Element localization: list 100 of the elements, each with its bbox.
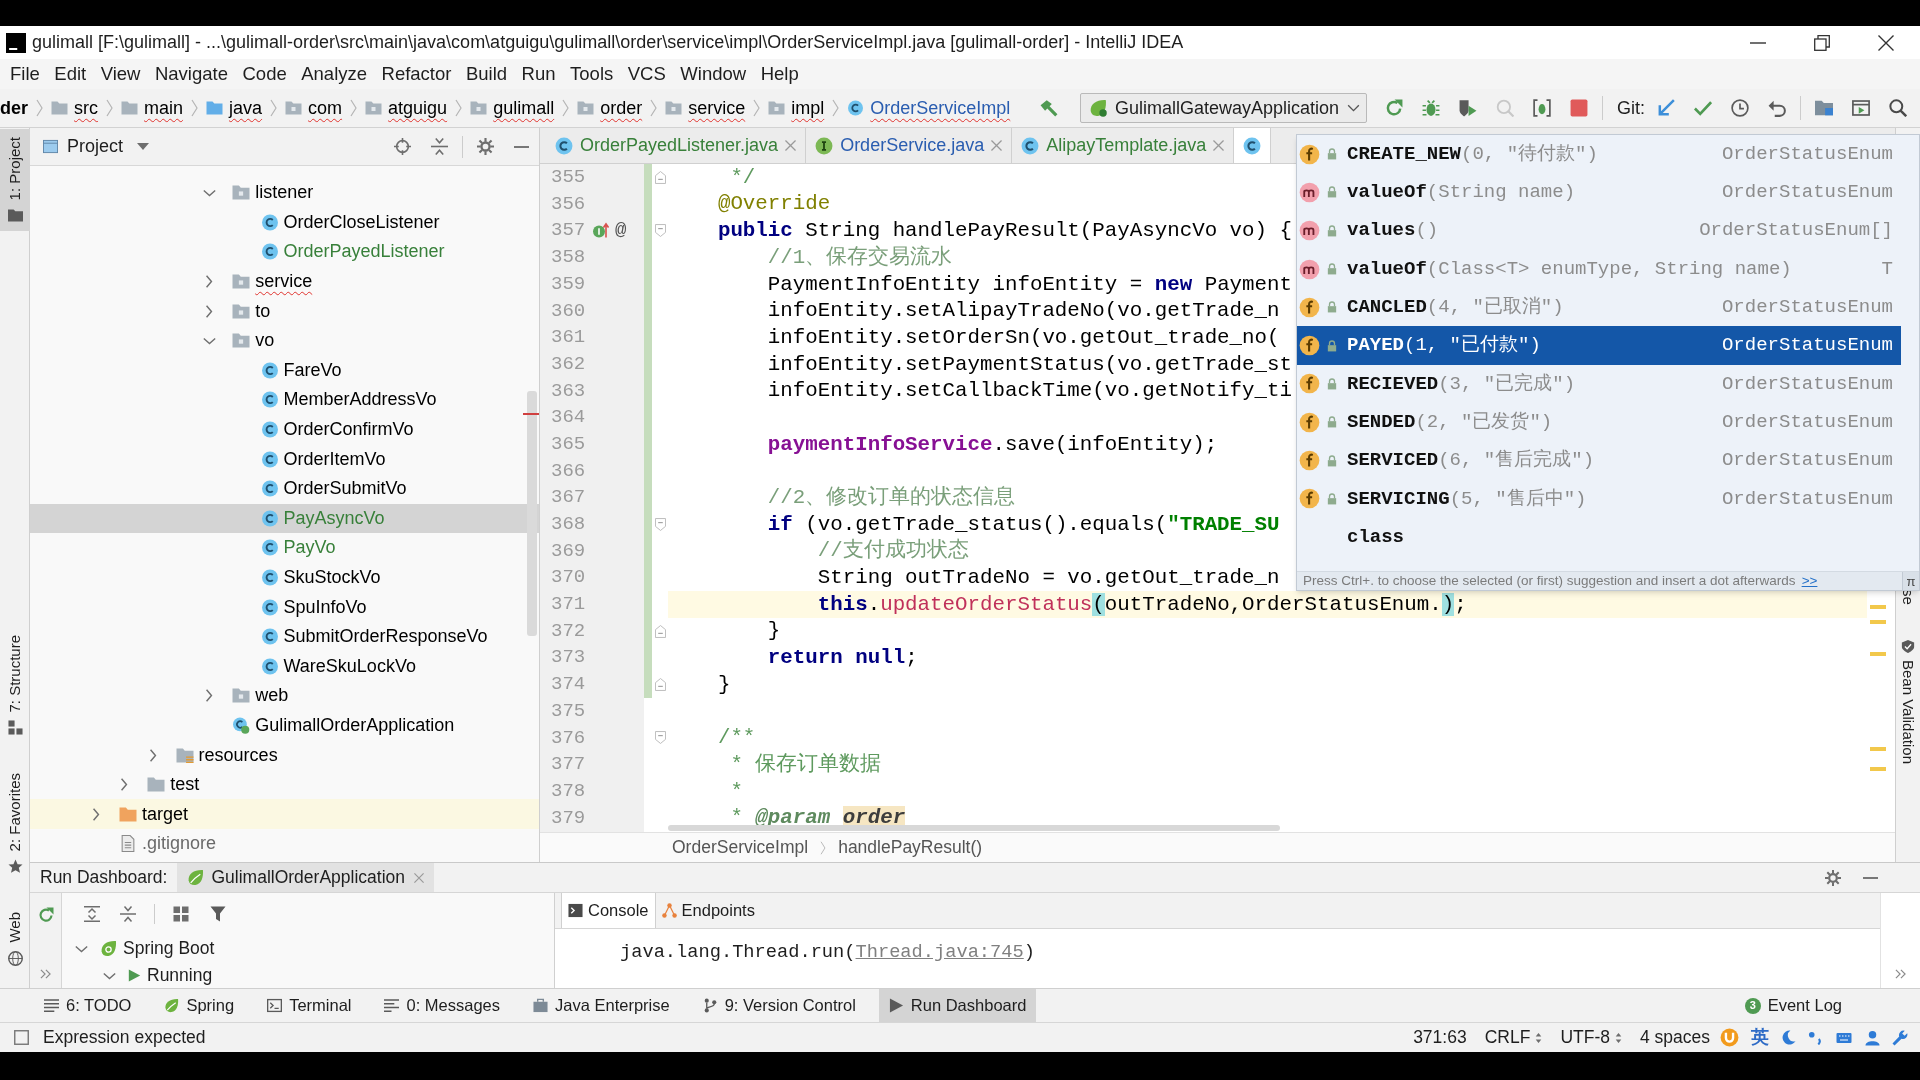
file-encoding[interactable]: UTF-8	[1560, 1024, 1622, 1051]
tool-window-tab[interactable]: Web	[0, 904, 30, 974]
restore-icon[interactable]	[1814, 34, 1830, 51]
completion-item[interactable]: PAYED(1, "已付款") OrderStatusEnum	[1297, 326, 1901, 365]
line-separator[interactable]: CRLF	[1484, 1024, 1543, 1051]
stop-icon[interactable]	[1570, 99, 1588, 117]
tree-item[interactable]: SpuInfoVo	[260, 593, 367, 621]
input-language[interactable]: 英	[1751, 1024, 1769, 1051]
tree-item[interactable]: vo	[232, 327, 275, 355]
completion-item[interactable]: CANCLED(4, "已取消") OrderStatusEnum	[1297, 288, 1901, 327]
collapse-all-icon[interactable]	[431, 138, 448, 155]
menu-item[interactable]: Refactor	[381, 62, 452, 86]
breadcrumb-item[interactable]: OrderServiceImpl	[847, 94, 1011, 122]
tree-item[interactable]: OrderItemVo	[260, 445, 386, 473]
tree-item[interactable]: FareVo	[260, 356, 342, 384]
tree-item[interactable]: .gitignore	[119, 830, 217, 858]
completion-item[interactable]: RECIEVED(3, "已完成") OrderStatusEnum	[1297, 364, 1901, 404]
breadcrumb-item[interactable]: atguigu	[365, 94, 448, 122]
completion-item[interactable]: class	[1297, 517, 1901, 557]
menu-item[interactable]: VCS	[627, 62, 666, 86]
refresh-icon[interactable]	[37, 907, 54, 923]
tree-item[interactable]: OrderCloseListener	[260, 208, 440, 236]
menu-item[interactable]: Run	[521, 62, 556, 86]
breadcrumb-item[interactable]: impl	[768, 94, 825, 122]
breadcrumb-item[interactable]: src	[51, 94, 98, 122]
tree-item[interactable]: OrderConfirmVo	[260, 416, 414, 444]
menu-item[interactable]: File	[10, 62, 40, 86]
settings-icon[interactable]	[477, 138, 494, 155]
completion-item[interactable]: values() OrderStatusEnum[]	[1297, 211, 1901, 250]
tool-window-button[interactable]: Java Enterprise	[523, 989, 680, 1022]
chevron-right-icon[interactable]	[120, 778, 129, 792]
chevron-right-icon[interactable]	[148, 748, 157, 762]
punctuation-icon[interactable]	[1808, 1030, 1823, 1045]
tree-item[interactable]: to	[232, 297, 271, 325]
tree-item[interactable]: Running	[128, 962, 213, 988]
chevron-down-icon[interactable]	[75, 944, 88, 953]
shield-play-icon[interactable]	[1459, 99, 1477, 117]
filter-icon[interactable]	[210, 906, 226, 922]
window-play-icon[interactable]	[1852, 99, 1870, 117]
tree-item[interactable]: test	[147, 771, 200, 799]
chevron-right-icon[interactable]	[205, 304, 214, 318]
run-configuration-dropdown[interactable]: GulimallGatewayApplication	[1080, 93, 1367, 123]
fold-marker-icon[interactable]	[654, 731, 666, 745]
tool-window-button[interactable]: Terminal	[257, 989, 362, 1022]
menu-item[interactable]: Build	[465, 62, 508, 86]
minimize-icon[interactable]	[514, 145, 529, 148]
tool-window-button[interactable]: 0: Messages	[374, 989, 511, 1022]
menu-item[interactable]: Code	[242, 62, 287, 86]
tool-window-button[interactable]: 3 Event Log	[1744, 993, 1842, 1018]
chevron-down-icon[interactable]	[202, 188, 216, 197]
menu-item[interactable]: Help	[760, 62, 799, 86]
chevron-right-icon[interactable]	[205, 689, 214, 703]
tool-window-button[interactable]: Run Dashboard	[878, 989, 1037, 1022]
expand-all-icon[interactable]	[84, 906, 100, 922]
clock-icon[interactable]	[1731, 99, 1749, 117]
breadcrumb-item[interactable]: service	[665, 94, 746, 122]
completion-item[interactable]: SERVICING(5, "售后中") OrderStatusEnum	[1297, 479, 1901, 518]
arrow-down-left-icon[interactable]	[1657, 99, 1675, 117]
grid-icon[interactable]	[173, 906, 189, 922]
undo-icon[interactable]	[1768, 99, 1786, 117]
double-chevron-icon[interactable]	[40, 969, 51, 979]
completion-item[interactable]: SENDED(2, "已发货") OrderStatusEnum	[1297, 403, 1901, 442]
tree-item[interactable]: Spring Boot	[100, 935, 215, 962]
tree-item[interactable]: service	[232, 268, 313, 296]
double-chevron-icon[interactable]	[1895, 969, 1906, 979]
indent-setting[interactable]: 4 spaces	[1639, 1024, 1710, 1051]
completion-item[interactable]: SERVICED(6, "售后完成") OrderStatusEnum	[1297, 441, 1901, 480]
console-tab[interactable]: Endpoints	[655, 893, 761, 928]
gutter-symbol[interactable]: @	[615, 216, 627, 245]
breadcrumb-item[interactable]: java	[206, 94, 263, 122]
tool-window-tab[interactable]: 7: Structure	[0, 626, 30, 744]
tree-item[interactable]: OrderPayedListener	[260, 238, 445, 266]
chevron-right-icon[interactable]	[205, 275, 214, 289]
chevron-down-icon[interactable]	[202, 336, 216, 345]
caret-position[interactable]: 371:63	[1413, 1024, 1467, 1051]
tree-item[interactable]: web	[232, 682, 289, 710]
close-icon[interactable]	[1878, 34, 1894, 51]
tree-item[interactable]: MemberAddressVo	[260, 386, 437, 414]
editor-tab[interactable]: OrderService.java	[806, 128, 1013, 163]
fold-marker-icon[interactable]	[654, 170, 666, 184]
status-square-icon[interactable]	[14, 1030, 29, 1045]
breadcrumb-item[interactable]: gulimall	[470, 94, 555, 122]
menu-item[interactable]: Tools	[570, 62, 614, 86]
wrench-icon[interactable]	[1892, 1029, 1908, 1046]
menu-item[interactable]: View	[100, 62, 141, 86]
breadcrumb-item[interactable]: handlePayResult()	[838, 834, 983, 861]
tree-item[interactable]: OrderSubmitVo	[260, 475, 407, 503]
minimize-icon[interactable]	[1863, 876, 1878, 879]
fold-marker-icon[interactable]	[654, 224, 666, 238]
stripe-marker-icon[interactable]	[1870, 652, 1886, 656]
fold-marker-icon[interactable]	[654, 517, 666, 531]
menu-item[interactable]: Navigate	[154, 62, 228, 86]
breadcrumb-item[interactable]: OrderServiceImpl	[672, 834, 809, 861]
moon-icon[interactable]	[1781, 1030, 1796, 1045]
ime-logo-icon[interactable]	[1720, 1028, 1739, 1047]
bug-brackets-icon[interactable]	[1533, 99, 1551, 117]
popup-options-button[interactable]: π	[1902, 572, 1919, 591]
breadcrumb-item[interactable]: main	[121, 94, 184, 122]
completion-item[interactable]: valueOf(Class<T> enumType, String name) T	[1297, 249, 1901, 289]
minimize-icon[interactable]	[1750, 41, 1766, 44]
